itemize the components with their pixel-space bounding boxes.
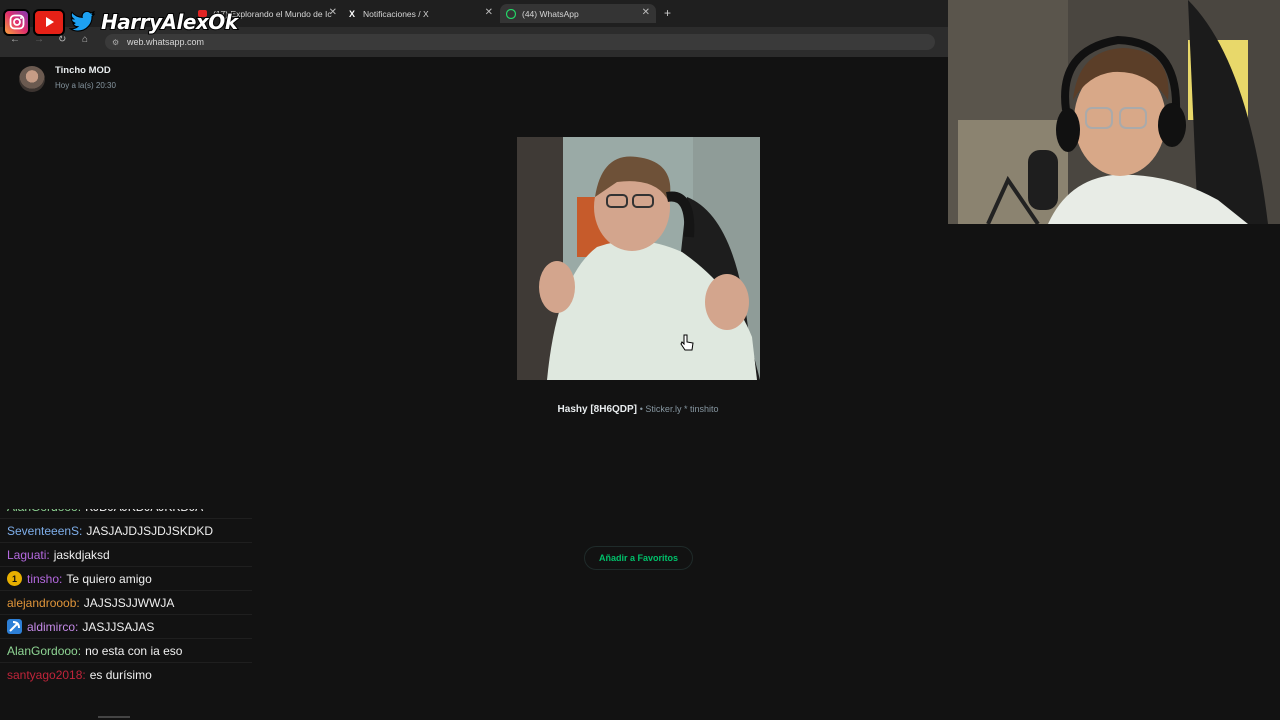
chat-message: 1 tinsho: Te quiero amigo xyxy=(0,566,252,590)
chat-message: santyago2018: es durísimo xyxy=(0,662,252,686)
tab-label: Notificaciones / X xyxy=(363,8,429,19)
url-text: web.whatsapp.com xyxy=(127,37,205,47)
chat-username: AlanGordooo: xyxy=(7,643,82,658)
chat-message: AlanGordooo: KJDJAJKDJAJKKDJA xyxy=(0,509,252,518)
social-overlay: HarryAlexOk xyxy=(3,7,239,37)
chat-text: jaskdjaksd xyxy=(53,547,110,562)
chat-message: Laguati: jaskdjaksd xyxy=(0,542,252,566)
chat-message: SeventeeenS: JASJAJDJSJDJSKDKD xyxy=(0,518,252,542)
sticker-caption: Hashy [8H6QDP] • Sticker.ly * tinshito xyxy=(0,404,1276,415)
new-tab-icon[interactable]: + xyxy=(664,6,671,20)
whatsapp-icon xyxy=(506,8,516,19)
chat-text: JAJSJSJJWWJA xyxy=(83,595,175,610)
chat-text: no esta con ia eso xyxy=(85,643,183,658)
close-icon[interactable]: ✕ xyxy=(485,7,493,18)
close-icon[interactable]: ✕ xyxy=(642,7,650,18)
chat-message: AlanGordooo: no esta con ia eso xyxy=(0,638,252,662)
close-icon[interactable]: ✕ xyxy=(329,7,337,18)
pickaxe-badge-icon xyxy=(7,619,22,634)
sender-name: Tincho MOD xyxy=(55,65,111,76)
sticker-meta: • Sticker.ly * tinshito xyxy=(639,404,719,414)
chat-username: alejandrooob: xyxy=(7,595,80,610)
chat-message: alejandrooob: JAJSJSJJWWJA xyxy=(0,590,252,614)
sub-badge-icon: 1 xyxy=(7,571,22,586)
chat-text: Te quiero amigo xyxy=(66,571,152,586)
chat-username: SeventeeenS: xyxy=(7,523,83,538)
twitter-icon xyxy=(68,9,96,36)
sent-time: Hoy a la(s) 20:30 xyxy=(55,81,116,90)
chat-username: tinsho: xyxy=(27,571,63,586)
chat-text: JASJJSAJAS xyxy=(82,619,155,634)
chat-text: es durísimo xyxy=(89,667,152,682)
chat-username: Laguati: xyxy=(7,547,50,562)
divider xyxy=(98,716,130,718)
streamer-handle: HarryAlexOk xyxy=(100,9,239,35)
sticker-image[interactable] xyxy=(517,137,760,380)
tab-x[interactable]: X Notificaciones / X ✕ xyxy=(347,4,493,23)
hand-cursor-icon xyxy=(680,334,694,357)
chat-message: aldimirco: JASJJSAJAS xyxy=(0,614,252,638)
add-to-favorites-button[interactable]: Añadir a Favoritos xyxy=(584,546,693,570)
instagram-icon xyxy=(3,8,30,36)
tab-label: (44) WhatsApp xyxy=(522,8,579,19)
stream-chat: AlanGordooo: KJDJAJKDJAJKKDJA Seventeeen… xyxy=(0,509,252,701)
x-icon: X xyxy=(348,8,355,19)
chat-text: JASJAJDJSJDJSKDKD xyxy=(86,523,214,538)
tab-whatsapp[interactable]: (44) WhatsApp ✕ xyxy=(500,4,656,23)
site-info-icon[interactable]: ⚙ xyxy=(112,38,119,47)
youtube-logo-icon xyxy=(33,8,65,36)
sticker-name: Hashy [8H6QDP] xyxy=(557,404,637,415)
webcam-feed xyxy=(948,0,1280,224)
chat-username: santyago2018: xyxy=(7,667,86,682)
avatar[interactable] xyxy=(19,66,45,92)
chat-username: aldimirco: xyxy=(27,619,79,634)
